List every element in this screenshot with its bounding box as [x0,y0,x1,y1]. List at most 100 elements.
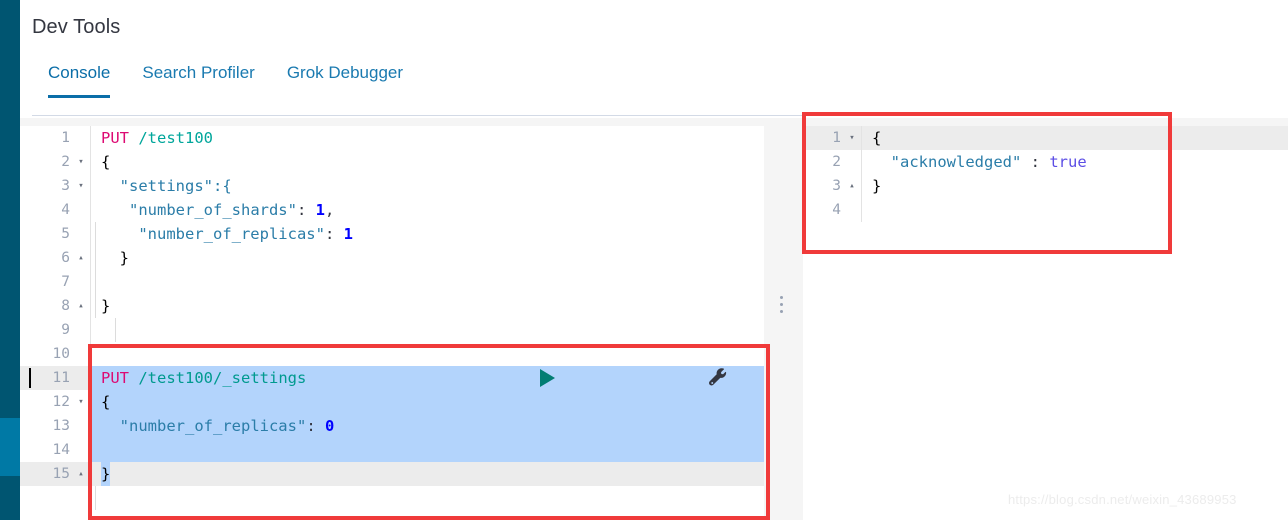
line-number: 11 [20,366,72,390]
code-line[interactable]: 7 [20,270,764,294]
request-options-wrench-button[interactable] [577,368,728,388]
code-line[interactable]: 1 PUT /test100 [20,126,764,150]
splitter-drag-handle-icon[interactable] [780,296,785,313]
response-editor-code[interactable]: 1 ▾ { 2 "acknowledged" : true 3 ▴} 4 [803,126,1288,222]
console-body: 1 PUT /test100 2 ▾ { 3 ▾ "settings":{4 … [20,118,1288,520]
http-method: PUT [101,129,129,147]
code-text: } [862,174,1288,198]
code-text: } [91,462,764,486]
request-path: /test100/_settings [138,369,307,387]
code-line[interactable]: 1 ▾ { [803,126,1288,150]
fold-toggle-icon[interactable] [72,126,90,150]
json-brace: { [872,129,882,147]
line-number: 3 [61,178,70,194]
code-line[interactable]: 2 ▾ { [20,150,764,174]
tab-grok-debugger[interactable]: Grok Debugger [271,63,419,98]
code-line[interactable]: 12 ▾ { [20,390,764,414]
fold-toggle-icon[interactable]: ▾ [72,390,90,414]
pane-splitter[interactable] [764,118,803,520]
line-number: 7 [61,274,70,290]
code-line[interactable]: 9 [20,318,764,342]
tab-search-profiler[interactable]: Search Profiler [126,63,270,98]
response-pane-top-strip [803,118,1288,126]
line-number: 5 [61,226,70,242]
code-text [91,438,764,462]
fold-toggle-icon[interactable] [72,414,90,438]
fold-toggle-icon[interactable] [72,222,90,246]
global-nav-rail [0,0,20,520]
line-number: 4 [61,202,70,218]
code-text: "number_of_shards": 1, [91,198,764,222]
fold-toggle-icon[interactable] [72,438,90,462]
line-number: 10 [52,346,70,362]
fold-toggle-icon[interactable] [72,366,90,390]
fold-toggle-icon[interactable] [843,150,861,174]
line-number: 2 [61,154,70,170]
fold-toggle-icon[interactable]: ▴ [72,294,90,318]
code-text: } [91,246,764,270]
dot [780,296,783,299]
json-number: 0 [324,417,335,435]
code-line[interactable]: 3 ▴ } [803,174,1288,198]
json-brace: } [101,297,111,315]
tab-console[interactable]: Console [32,63,126,98]
fold-toggle-icon[interactable]: ▴ [72,462,90,486]
code-line[interactable]: 8 ▴ } [20,294,764,318]
dev-tools-console-screen: Dev Tools Console Search Profiler Grok D… [0,0,1288,520]
code-line[interactable]: 14 [20,438,764,462]
code-line[interactable]: 15 ▴ } [20,462,764,486]
fold-toggle-icon[interactable]: ▴ [72,246,90,270]
fold-toggle-icon[interactable] [843,198,861,222]
line-number: 15 [52,466,70,482]
code-line[interactable]: 10 [20,342,764,366]
fold-toggle-icon[interactable]: ▾ [843,126,861,150]
fold-toggle-icon[interactable] [72,318,90,342]
fold-toggle-icon[interactable] [72,270,90,294]
json-number: 1 [315,201,325,219]
json-brace: { [101,393,111,411]
request-editor-pane[interactable]: 1 PUT /test100 2 ▾ { 3 ▾ "settings":{4 … [20,118,764,520]
tab-search-profiler-label: Search Profiler [142,63,255,82]
send-request-play-button[interactable] [540,369,556,387]
fold-toggle-icon[interactable]: ▾ [72,150,90,174]
json-boolean: true [1049,153,1087,171]
code-line-active-request[interactable]: 11 PUT /test100/_settings [20,366,764,390]
fold-toggle-icon[interactable]: ▾ [72,174,90,198]
nav-rail-active-indicator[interactable] [0,418,20,476]
code-line[interactable]: 6 ▴ } [20,246,764,270]
tab-bar-divider [32,115,1032,116]
json-key: "number_of_replicas" [138,225,325,243]
fold-toggle-icon[interactable]: ▴ [843,174,861,198]
page-title: Dev Tools [32,16,121,38]
code-line[interactable]: 13 "number_of_replicas": 0 [20,414,764,438]
code-text: { [862,126,1288,150]
line-number: 9 [61,322,70,338]
json-brace: } [101,462,111,486]
code-text: "number_of_replicas": 0 [91,414,764,438]
fold-toggle-icon[interactable] [72,198,90,222]
text-cursor-caret [29,368,31,388]
code-line[interactable]: 4 "number_of_shards": 1, [20,198,764,222]
code-line[interactable]: 2 "acknowledged" : true [803,150,1288,174]
code-line[interactable]: 5 "number_of_replicas": 1 [20,222,764,246]
code-text: "acknowledged" : true [862,150,1288,174]
request-editor-code[interactable]: 1 PUT /test100 2 ▾ { 3 ▾ "settings":{4 … [20,126,764,510]
http-method: PUT [101,369,129,387]
response-pane[interactable]: 1 ▾ { 2 "acknowledged" : true 3 ▴} 4 [803,118,1288,520]
json-key: "settings":{ [119,177,232,195]
json-brace: } [872,177,882,195]
watermark: https://blog.csdn.net/weixin_43689953 [1008,492,1237,507]
code-line[interactable]: 4 [803,198,1288,222]
fold-toggle-icon[interactable] [72,342,90,366]
line-number: 8 [61,298,70,314]
code-line[interactable]: 3 ▾ "settings":{ [20,174,764,198]
